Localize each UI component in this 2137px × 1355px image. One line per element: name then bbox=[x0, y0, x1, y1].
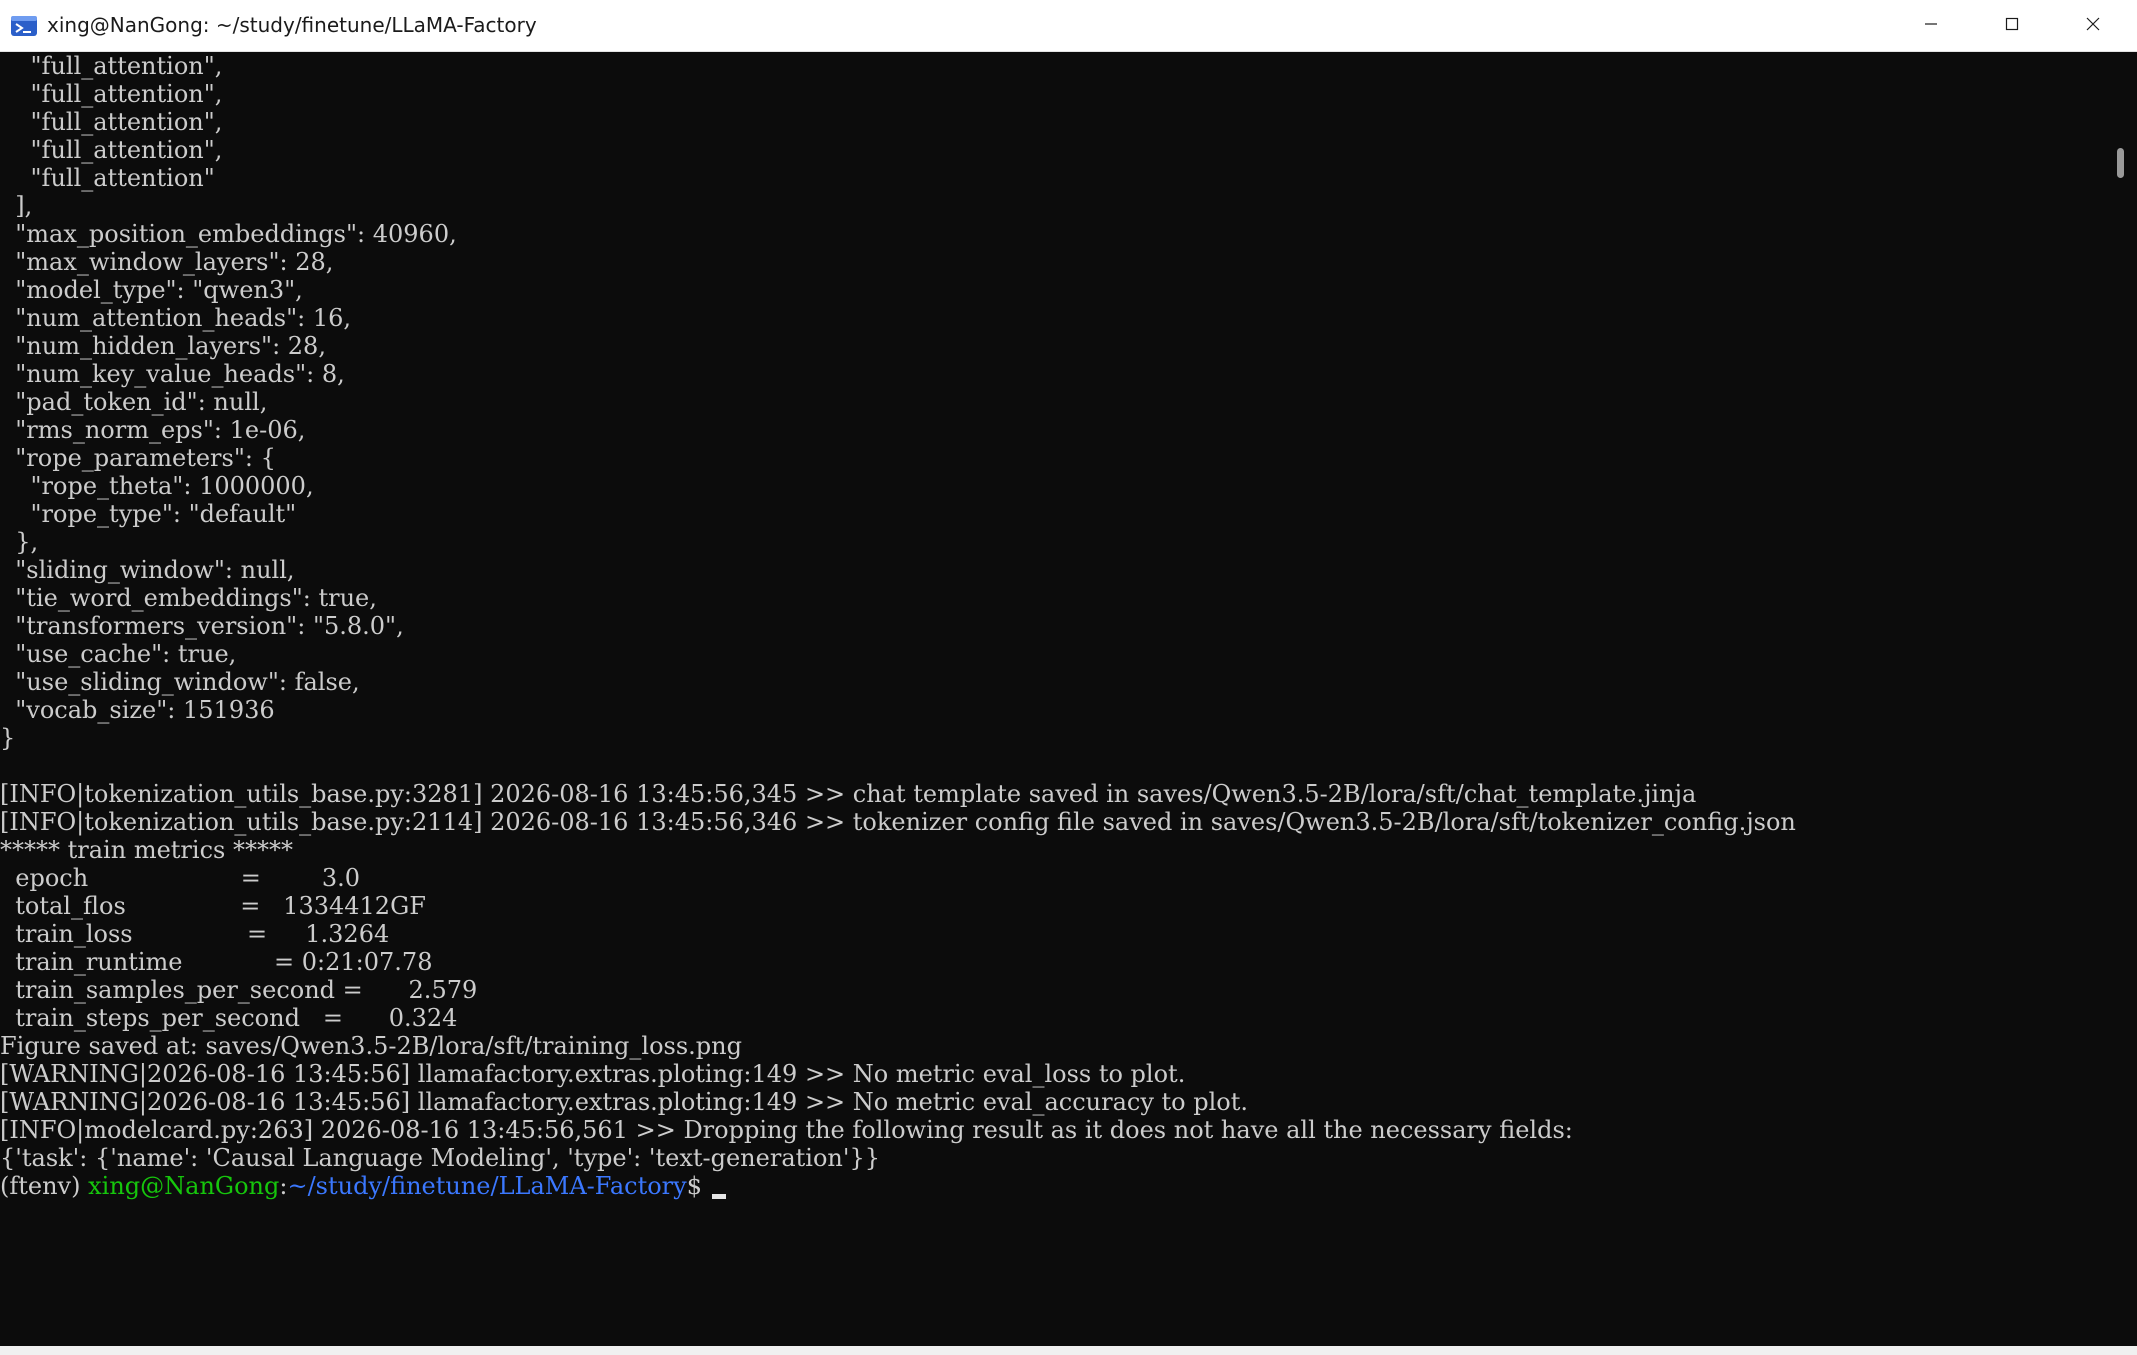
terminal-lines: "full_attention", "full_attention", "ful… bbox=[0, 52, 1796, 1200]
prompt-env: (ftenv) bbox=[0, 1172, 89, 1200]
terminal-icon bbox=[10, 15, 38, 37]
terminal-line: [INFO|modelcard.py:263] 2026-08-16 13:45… bbox=[0, 1116, 1573, 1144]
maximize-button[interactable] bbox=[1972, 0, 2052, 52]
title-bar[interactable]: xing@NanGong: ~/study/finetune/LLaMA-Fac… bbox=[0, 0, 2137, 52]
terminal-line: "tie_word_embeddings": true, bbox=[0, 584, 377, 612]
terminal-line: } bbox=[0, 724, 16, 752]
terminal-line: "transformers_version": "5.8.0", bbox=[0, 612, 404, 640]
prompt-user-host: xing@NanGong bbox=[88, 1172, 280, 1200]
terminal-line: train_samples_per_second = 2.579 bbox=[0, 976, 478, 1004]
maximize-icon bbox=[2004, 16, 2020, 37]
text-cursor bbox=[711, 1194, 726, 1199]
terminal-line: [WARNING|2026-08-16 13:45:56] llamafacto… bbox=[0, 1060, 1186, 1088]
terminal-line: "num_attention_heads": 16, bbox=[0, 304, 352, 332]
terminal-line: "rms_norm_eps": 1e-06, bbox=[0, 416, 306, 444]
terminal-line: "sliding_window": null, bbox=[0, 556, 295, 584]
close-icon bbox=[2085, 16, 2101, 37]
prompt-symbol: $ bbox=[686, 1172, 710, 1200]
minimize-icon bbox=[1923, 16, 1939, 37]
terminal-line: "pad_token_id": null, bbox=[0, 388, 268, 416]
terminal-line: "full_attention", bbox=[0, 136, 223, 164]
terminal-line: epoch = 3.0 bbox=[0, 864, 361, 892]
terminal-line: "model_type": "qwen3", bbox=[0, 276, 303, 304]
window-title: xing@NanGong: ~/study/finetune/LLaMA-Fac… bbox=[47, 13, 537, 37]
terminal-line: train_runtime = 0:21:07.78 bbox=[0, 948, 433, 976]
terminal-line: "num_hidden_layers": 28, bbox=[0, 332, 326, 360]
terminal-line: "max_position_embeddings": 40960, bbox=[0, 220, 457, 248]
vertical-scrollbar[interactable] bbox=[2105, 52, 2137, 1355]
terminal-line: "rope_parameters": { bbox=[0, 444, 276, 472]
terminal-line: train_loss = 1.3264 bbox=[0, 920, 390, 948]
terminal-line: ***** train metrics ***** bbox=[0, 836, 293, 864]
terminal-line: [WARNING|2026-08-16 13:45:56] llamafacto… bbox=[0, 1088, 1248, 1116]
terminal-line: Figure saved at: saves/Qwen3.5-2B/lora/s… bbox=[0, 1032, 742, 1060]
terminal-line: "full_attention", bbox=[0, 108, 223, 136]
terminal-line: {'task': {'name': 'Causal Language Model… bbox=[0, 1144, 880, 1172]
prompt-path: ~/study/finetune/LLaMA-Factory bbox=[287, 1172, 687, 1200]
shell-prompt[interactable]: (ftenv) xing@NanGong:~/study/finetune/LL… bbox=[0, 1172, 1796, 1200]
terminal-line: [INFO|tokenization_utils_base.py:2114] 2… bbox=[0, 808, 1796, 836]
terminal-line: "full_attention", bbox=[0, 80, 223, 108]
terminal-line: }, bbox=[0, 528, 39, 556]
close-button[interactable] bbox=[2053, 0, 2133, 52]
terminal-line: train_steps_per_second = 0.324 bbox=[0, 1004, 458, 1032]
terminal-line: "vocab_size": 151936 bbox=[0, 696, 275, 724]
terminal-line: "max_window_layers": 28, bbox=[0, 248, 334, 276]
terminal-output[interactable]: "full_attention", "full_attention", "ful… bbox=[0, 52, 2105, 1355]
terminal-window: xing@NanGong: ~/study/finetune/LLaMA-Fac… bbox=[0, 0, 2137, 1355]
minimize-button[interactable] bbox=[1891, 0, 1971, 52]
terminal-line: "rope_theta": 1000000, bbox=[0, 472, 314, 500]
terminal-line: total_flos = 1334412GF bbox=[0, 892, 426, 920]
terminal-line: "num_key_value_heads": 8, bbox=[0, 360, 345, 388]
terminal-line: "full_attention" bbox=[0, 164, 215, 192]
terminal-line: ], bbox=[0, 192, 33, 220]
terminal-line: "full_attention", bbox=[0, 52, 223, 80]
terminal-line: "rope_type": "default" bbox=[0, 500, 297, 528]
terminal-line: "use_cache": true, bbox=[0, 640, 237, 668]
scrollbar-thumb[interactable] bbox=[2117, 148, 2124, 178]
window-bottom-border bbox=[0, 1346, 2137, 1355]
terminal-line: [INFO|tokenization_utils_base.py:3281] 2… bbox=[0, 780, 1697, 808]
terminal-line: "use_sliding_window": false, bbox=[0, 668, 360, 696]
